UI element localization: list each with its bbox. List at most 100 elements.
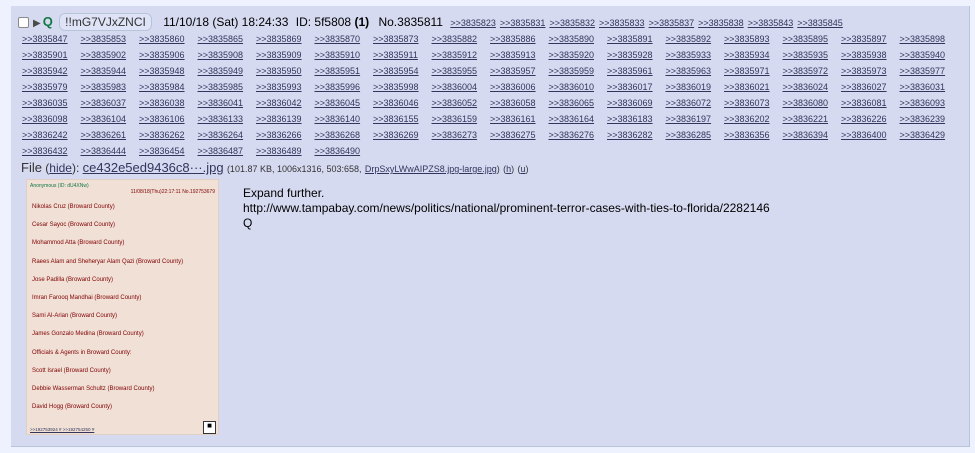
reply-link[interactable]: >>3835893 bbox=[724, 31, 783, 47]
reply-link[interactable]: >>3836429 bbox=[900, 127, 959, 143]
reply-link[interactable]: >>3835843 bbox=[748, 18, 794, 28]
reply-link[interactable]: >>3836282 bbox=[607, 127, 666, 143]
reply-link[interactable]: >>3835933 bbox=[666, 47, 725, 63]
reply-link[interactable]: >>3835845 bbox=[797, 18, 843, 28]
reply-link[interactable]: >>3835948 bbox=[139, 63, 198, 79]
reply-link[interactable]: >>3836010 bbox=[549, 79, 608, 95]
reply-link[interactable]: >>3835942 bbox=[22, 63, 81, 79]
reply-link[interactable]: >>3836159 bbox=[432, 111, 491, 127]
reply-link[interactable]: >>3835910 bbox=[315, 47, 374, 63]
reply-link[interactable]: >>3836454 bbox=[139, 143, 198, 159]
reply-link[interactable]: >>3836489 bbox=[256, 143, 315, 159]
reply-link[interactable]: >>3836221 bbox=[783, 111, 842, 127]
reply-link[interactable]: >>3836058 bbox=[490, 95, 549, 111]
hide-file-link[interactable]: hide bbox=[49, 161, 72, 175]
reply-link[interactable]: >>3836285 bbox=[666, 127, 725, 143]
reply-link[interactable]: >>3836093 bbox=[900, 95, 959, 111]
reply-link[interactable]: >>3836276 bbox=[549, 127, 608, 143]
reply-link[interactable]: >>3835951 bbox=[315, 63, 374, 79]
reply-link[interactable]: >>3836069 bbox=[607, 95, 666, 111]
reply-link[interactable]: >>3836262 bbox=[139, 127, 198, 143]
reply-link[interactable]: >>3835984 bbox=[139, 79, 198, 95]
reply-link[interactable]: >>3835912 bbox=[432, 47, 491, 63]
reply-link[interactable]: >>3836004 bbox=[432, 79, 491, 95]
reply-link[interactable]: >>3836155 bbox=[373, 111, 432, 127]
reply-link[interactable]: >>3836031 bbox=[900, 79, 959, 95]
reply-link[interactable]: >>3835897 bbox=[841, 31, 900, 47]
reply-link[interactable]: >>3835882 bbox=[432, 31, 491, 47]
reply-link[interactable]: >>3836394 bbox=[783, 127, 842, 143]
reply-link[interactable]: >>3835959 bbox=[549, 63, 608, 79]
reply-link[interactable]: >>3835961 bbox=[607, 63, 666, 79]
reply-link[interactable]: >>3836161 bbox=[490, 111, 549, 127]
reply-link[interactable]: >>3836098 bbox=[22, 111, 81, 127]
reply-link[interactable]: >>3836019 bbox=[666, 79, 725, 95]
reply-link[interactable]: >>3836400 bbox=[841, 127, 900, 143]
file-u-link[interactable]: u bbox=[520, 164, 525, 174]
reply-link[interactable]: >>3835983 bbox=[81, 79, 140, 95]
reply-link[interactable]: >>3835940 bbox=[900, 47, 959, 63]
reply-link[interactable]: >>3836042 bbox=[256, 95, 315, 111]
post-number[interactable]: No.3835811 bbox=[378, 15, 443, 29]
reply-link[interactable]: >>3835950 bbox=[256, 63, 315, 79]
reply-link[interactable]: >>3836133 bbox=[198, 111, 257, 127]
file-name-link[interactable]: ce432e5ed9436c8···.jpg bbox=[83, 160, 224, 175]
reply-link[interactable]: >>3835837 bbox=[649, 18, 695, 28]
reply-link[interactable]: >>3836266 bbox=[256, 127, 315, 143]
reply-link[interactable]: >>3836037 bbox=[81, 95, 140, 111]
reply-link[interactable]: >>3836226 bbox=[841, 111, 900, 127]
reply-link[interactable]: >>3835902 bbox=[81, 47, 140, 63]
reply-link[interactable]: >>3835909 bbox=[256, 47, 315, 63]
reply-link[interactable]: >>3836269 bbox=[373, 127, 432, 143]
reply-link[interactable]: >>3836072 bbox=[666, 95, 725, 111]
reply-link[interactable]: >>3836197 bbox=[666, 111, 725, 127]
reply-link[interactable]: >>3835934 bbox=[724, 47, 783, 63]
reply-link[interactable]: >>3836046 bbox=[373, 95, 432, 111]
reply-link[interactable]: >>3835996 bbox=[315, 79, 374, 95]
reply-link[interactable]: >>3836106 bbox=[139, 111, 198, 127]
reply-link[interactable]: >>3836268 bbox=[315, 127, 374, 143]
reply-link[interactable]: >>3836275 bbox=[490, 127, 549, 143]
reply-link[interactable]: >>3835823 bbox=[450, 18, 496, 28]
reply-link[interactable]: >>3835973 bbox=[841, 63, 900, 79]
reply-link[interactable]: >>3835972 bbox=[783, 63, 842, 79]
reply-link[interactable]: >>3836006 bbox=[490, 79, 549, 95]
reply-link[interactable]: >>3836356 bbox=[724, 127, 783, 143]
reply-link[interactable]: >>3835913 bbox=[490, 47, 549, 63]
reply-link[interactable]: >>3835873 bbox=[373, 31, 432, 47]
reply-link[interactable]: >>3836065 bbox=[549, 95, 608, 111]
reply-link[interactable]: >>3836038 bbox=[139, 95, 198, 111]
reply-link[interactable]: >>3836041 bbox=[198, 95, 257, 111]
reply-link[interactable]: >>3836035 bbox=[22, 95, 81, 111]
reply-link[interactable]: >>3835955 bbox=[432, 63, 491, 79]
reply-link[interactable]: >>3835838 bbox=[698, 18, 744, 28]
reply-link[interactable]: >>3835865 bbox=[198, 31, 257, 47]
post-menu-arrow-icon[interactable]: ▶ bbox=[33, 18, 41, 29]
reply-link[interactable]: >>3836242 bbox=[22, 127, 81, 143]
reply-link[interactable]: >>3835908 bbox=[198, 47, 257, 63]
reply-link[interactable]: >>3835895 bbox=[783, 31, 842, 47]
reply-link[interactable]: >>3835901 bbox=[22, 47, 81, 63]
reply-link[interactable]: >>3835985 bbox=[198, 79, 257, 95]
expand-image-icon[interactable]: ■ bbox=[203, 421, 216, 434]
reply-link[interactable]: >>3836444 bbox=[81, 143, 140, 159]
reply-link[interactable]: >>3836021 bbox=[724, 79, 783, 95]
reply-link[interactable]: >>3836261 bbox=[81, 127, 140, 143]
reply-link[interactable]: >>3835977 bbox=[900, 63, 959, 79]
reply-link[interactable]: >>3835892 bbox=[666, 31, 725, 47]
reply-link[interactable]: >>3836017 bbox=[607, 79, 666, 95]
reply-link[interactable]: >>3835860 bbox=[139, 31, 198, 47]
reply-link[interactable]: >>3835853 bbox=[81, 31, 140, 47]
reply-link[interactable]: >>3835920 bbox=[549, 47, 608, 63]
reply-link[interactable]: >>3836432 bbox=[22, 143, 81, 159]
reply-link[interactable]: >>3835954 bbox=[373, 63, 432, 79]
reply-link[interactable]: >>3835869 bbox=[256, 31, 315, 47]
reply-link[interactable]: >>3836273 bbox=[432, 127, 491, 143]
reply-link[interactable]: >>3836490 bbox=[315, 143, 374, 159]
reply-link[interactable]: >>3835911 bbox=[373, 47, 432, 63]
reply-link[interactable]: >>3835938 bbox=[841, 47, 900, 63]
reply-link[interactable]: >>3836487 bbox=[198, 143, 257, 159]
reply-link[interactable]: >>3836202 bbox=[724, 111, 783, 127]
reply-link[interactable]: >>3835963 bbox=[666, 63, 725, 79]
reply-link[interactable]: >>3836024 bbox=[783, 79, 842, 95]
